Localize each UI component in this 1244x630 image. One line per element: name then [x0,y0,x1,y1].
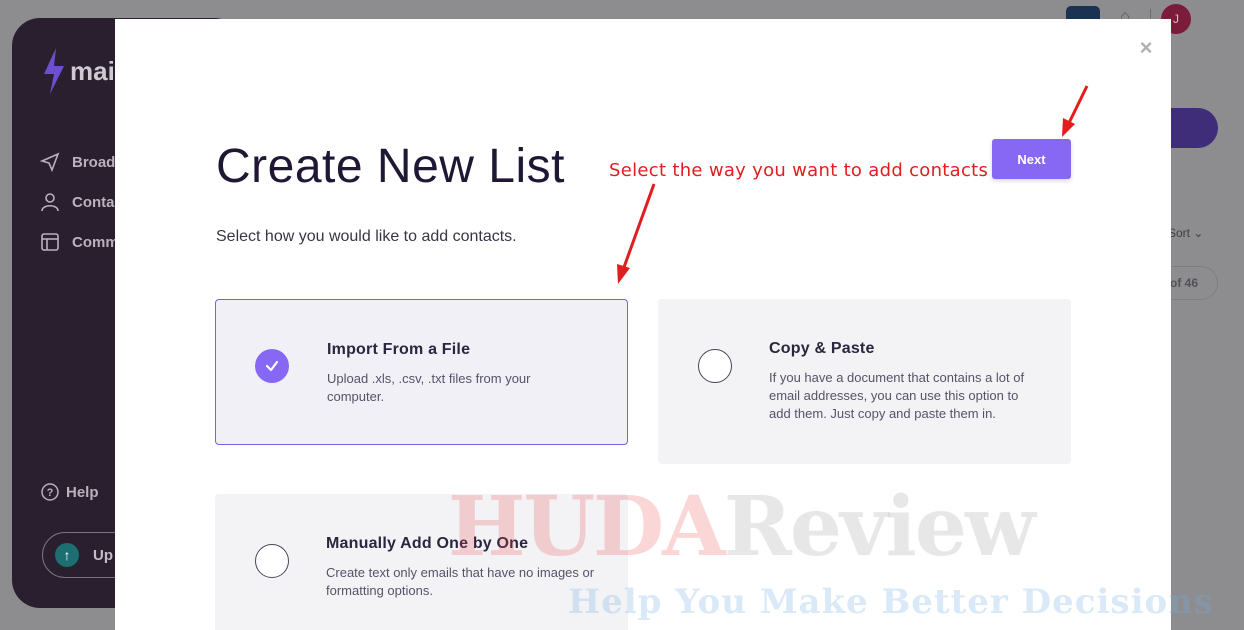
arrow-to-option-icon [617,183,656,284]
annotation-arrows [617,85,1089,284]
arrow-to-next-icon [1062,85,1089,137]
